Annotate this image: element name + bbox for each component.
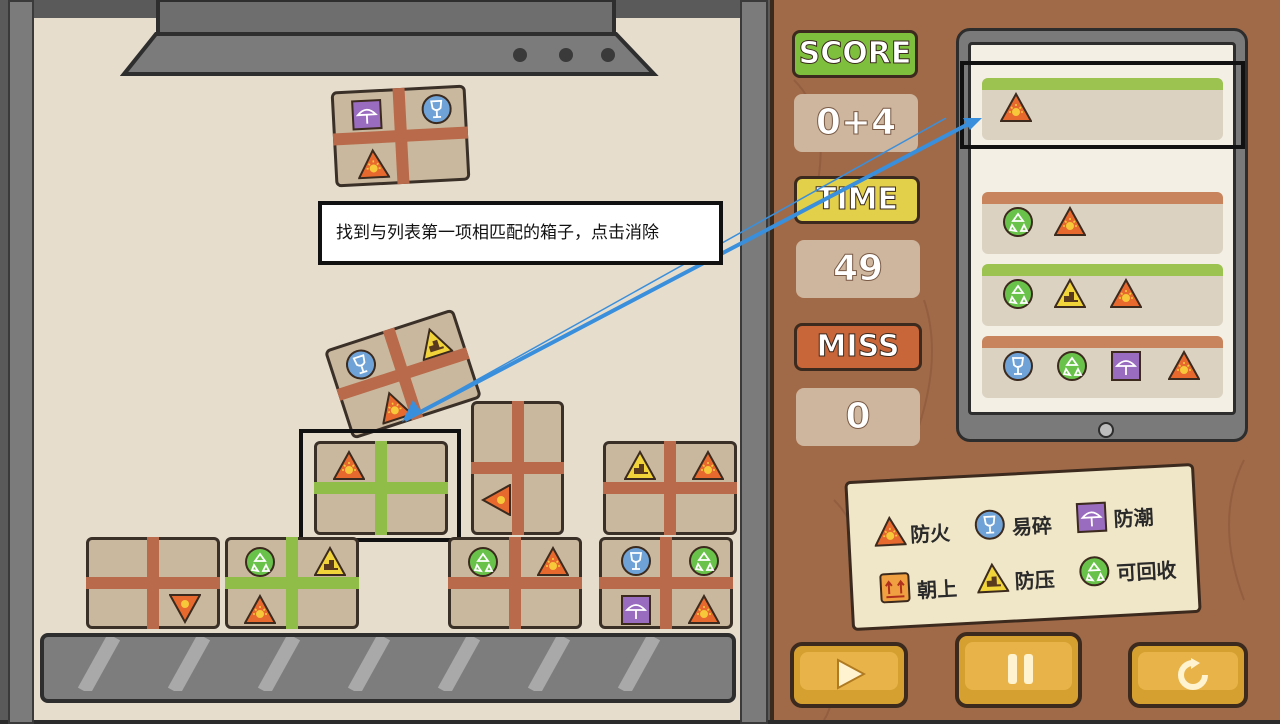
left-post [8,0,34,724]
miss-value: 0 [796,388,920,446]
time-value: 49 [796,240,920,298]
restart-button[interactable] [1128,642,1248,708]
fire-proof-icon [244,595,276,624]
tablet-home-button [1098,422,1114,438]
package-box-tall[interactable] [471,401,564,535]
recyclable-icon [1057,351,1087,381]
conveyor-belt [40,633,736,703]
package-box-falling[interactable] [330,84,471,188]
score-label: SCORE [792,30,918,78]
fire-proof-icon [1110,279,1142,308]
tutorial-tooltip: 找到与列表第一项相匹配的箱子，点击消除 [318,201,723,265]
legend-moisture-label: 防潮 [1113,505,1155,532]
package-box-bottom-3[interactable] [448,537,582,629]
fire-proof-icon [688,595,720,624]
pressure-proof-icon [314,547,346,576]
legend-fragile-label: 易碎 [1011,513,1053,540]
order-item-2 [982,192,1223,254]
drop-chute [120,0,659,76]
pause-button[interactable] [955,632,1082,708]
play-icon [837,658,866,690]
order-item-3 [982,264,1223,326]
package-box-bottom-2[interactable] [225,537,359,629]
time-label: TIME [794,176,920,224]
fire-proof-icon [873,516,907,547]
fire-proof-icon [356,148,391,180]
package-box-right-upper[interactable] [603,441,737,535]
moisture-proof-icon [1075,501,1108,534]
fragile-icon [621,546,651,576]
moisture-proof-icon [621,595,651,625]
pause-icon [1008,654,1033,684]
pressure-proof-icon [624,451,656,480]
fire-proof-icon [537,547,569,576]
play-button[interactable] [790,642,908,708]
legend-fire-label: 防火 [909,520,951,547]
legend-up-label: 朝上 [916,576,958,603]
fire-proof-icon [692,451,724,480]
package-box-bottom-1[interactable] [86,537,220,629]
fragile-icon [420,93,453,125]
score-value: 0+4 [794,94,918,152]
fire-proof-icon [169,594,201,623]
recyclable-icon [1078,555,1111,588]
fragile-icon [1003,351,1033,381]
recyclable-icon [1003,207,1033,237]
fire-proof-icon [1168,351,1200,380]
recyclable-icon [245,547,275,577]
fire-proof-icon [1054,207,1086,236]
target-highlight-frame [299,429,461,542]
legend-recycle-label: 可回收 [1115,558,1178,586]
this-side-up-icon [879,572,911,604]
right-post [740,0,768,724]
moisture-proof-icon [1111,351,1141,381]
symbol-legend: 防火 易碎 防潮 朝上 防压 可回收 [844,462,1202,632]
moisture-proof-icon [351,99,383,131]
miss-label: MISS [794,323,922,371]
fragile-icon [974,508,1006,541]
order-item-4 [982,336,1223,398]
recyclable-icon [1003,279,1033,309]
fire-proof-icon [482,484,511,516]
recyclable-icon [468,547,498,577]
current-order-highlight [960,61,1245,149]
pressure-proof-icon [1054,279,1086,308]
package-box-bottom-4[interactable] [599,537,733,629]
legend-pressure-label: 防压 [1014,567,1056,594]
restart-icon [1178,658,1208,690]
pressure-proof-icon [975,562,1010,594]
factory-area [0,0,770,724]
recyclable-icon [689,546,719,576]
